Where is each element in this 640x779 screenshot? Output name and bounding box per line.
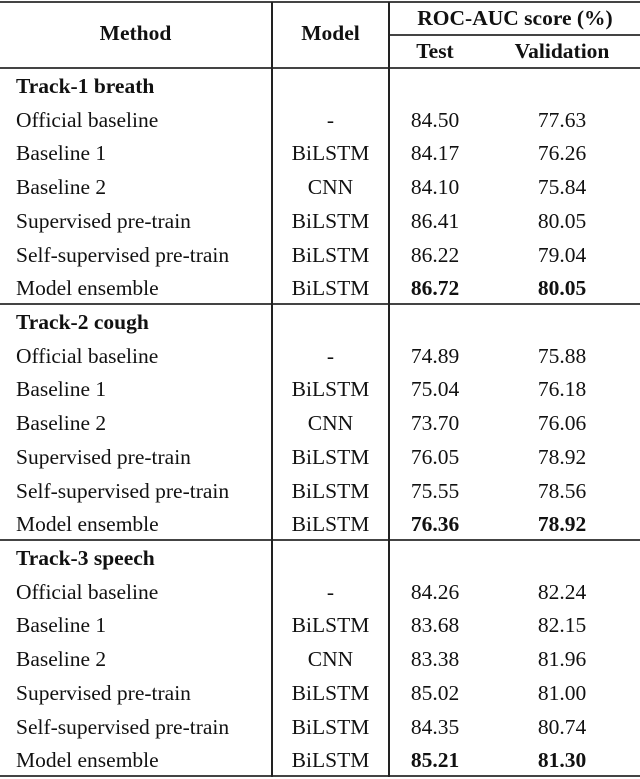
test-score-cell: 75.04 — [410, 377, 460, 402]
validation-score-cell: 75.88 — [537, 343, 587, 368]
header-rule — [0, 67, 640, 69]
model-cell: - — [326, 107, 335, 132]
section-title: Track-2 cough — [16, 310, 149, 334]
model-cell: BiLSTM — [291, 680, 370, 705]
method-cell: Baseline 1 — [16, 141, 107, 166]
method-cell: Model ensemble — [16, 748, 159, 773]
validation-score-cell: 81.00 — [537, 680, 587, 705]
test-score-cell: 75.55 — [410, 478, 460, 503]
header-model: Model — [301, 21, 360, 45]
model-cell: BiLSTM — [291, 444, 370, 469]
header-score-group: ROC-AUC score (%) — [417, 6, 613, 30]
validation-score-cell: 76.26 — [537, 141, 587, 166]
header-method: Method — [99, 21, 172, 45]
method-cell: Model ensemble — [16, 276, 159, 301]
validation-score-cell: 78.92 — [537, 444, 587, 469]
method-cell: Official baseline — [16, 107, 159, 132]
validation-score-cell: 82.24 — [537, 579, 587, 604]
method-cell: Supervised pre-train — [16, 444, 191, 469]
validation-score-cell: 75.84 — [537, 175, 587, 200]
validation-score-cell: 80.05 — [537, 208, 587, 233]
validation-score-cell: 78.92 — [537, 512, 587, 537]
header-validation: Validation — [514, 39, 610, 63]
model-cell: BiLSTM — [291, 276, 370, 301]
validation-score-cell: 80.74 — [537, 714, 587, 739]
test-score-cell: 83.68 — [410, 613, 460, 638]
bottom-rule — [0, 775, 640, 777]
section-title: Track-1 breath — [16, 74, 155, 98]
model-cell: BiLSTM — [291, 208, 370, 233]
validation-score-cell: 79.04 — [537, 242, 587, 267]
test-score-cell: 76.36 — [410, 512, 460, 537]
test-score-cell: 86.72 — [410, 276, 460, 301]
method-cell: Baseline 1 — [16, 377, 107, 402]
method-cell: Supervised pre-train — [16, 680, 191, 705]
test-score-cell: 84.35 — [410, 714, 460, 739]
method-cell: Official baseline — [16, 579, 159, 604]
validation-score-cell: 81.30 — [537, 748, 587, 773]
test-score-cell: 86.22 — [410, 242, 460, 267]
model-cell: CNN — [307, 647, 354, 672]
test-score-cell: 86.41 — [410, 208, 460, 233]
model-cell: CNN — [307, 175, 354, 200]
test-score-cell: 84.50 — [410, 107, 460, 132]
score-group-rule — [389, 34, 640, 36]
validation-score-cell: 77.63 — [537, 107, 587, 132]
top-rule — [0, 1, 640, 3]
test-score-cell: 84.26 — [410, 579, 460, 604]
model-cell: BiLSTM — [291, 613, 370, 638]
validation-score-cell: 82.15 — [537, 613, 587, 638]
method-cell: Baseline 2 — [16, 647, 107, 672]
test-score-cell: 84.10 — [410, 175, 460, 200]
method-cell: Model ensemble — [16, 512, 159, 537]
model-cell: - — [326, 579, 335, 604]
header-test: Test — [416, 39, 454, 63]
method-cell: Self-supervised pre-train — [16, 242, 230, 267]
method-cell: Official baseline — [16, 343, 159, 368]
validation-score-cell: 80.05 — [537, 276, 587, 301]
results-table: Method Model ROC-AUC score (%) Test Vali… — [0, 0, 640, 779]
model-cell: BiLSTM — [291, 377, 370, 402]
validation-score-cell: 76.18 — [537, 377, 587, 402]
model-cell: BiLSTM — [291, 478, 370, 503]
section-rule-2 — [0, 539, 640, 541]
test-score-cell: 76.05 — [410, 444, 460, 469]
test-score-cell: 73.70 — [410, 411, 460, 436]
validation-score-cell: 81.96 — [537, 647, 587, 672]
validation-score-cell: 78.56 — [537, 478, 587, 503]
model-cell: CNN — [307, 411, 354, 436]
method-cell: Supervised pre-train — [16, 208, 191, 233]
model-cell: BiLSTM — [291, 748, 370, 773]
model-cell: BiLSTM — [291, 141, 370, 166]
model-cell: BiLSTM — [291, 242, 370, 267]
method-cell: Self-supervised pre-train — [16, 714, 230, 739]
model-cell: BiLSTM — [291, 512, 370, 537]
test-score-cell: 85.21 — [410, 748, 460, 773]
section-title: Track-3 speech — [16, 546, 155, 570]
test-score-cell: 74.89 — [410, 343, 460, 368]
test-score-cell: 83.38 — [410, 647, 460, 672]
test-score-cell: 84.17 — [410, 141, 460, 166]
validation-score-cell: 76.06 — [537, 411, 587, 436]
method-cell: Baseline 2 — [16, 411, 107, 436]
section-rule-1 — [0, 303, 640, 305]
model-cell: - — [326, 343, 335, 368]
test-score-cell: 85.02 — [410, 680, 460, 705]
method-cell: Self-supervised pre-train — [16, 478, 230, 503]
method-cell: Baseline 1 — [16, 613, 107, 638]
method-cell: Baseline 2 — [16, 175, 107, 200]
model-cell: BiLSTM — [291, 714, 370, 739]
